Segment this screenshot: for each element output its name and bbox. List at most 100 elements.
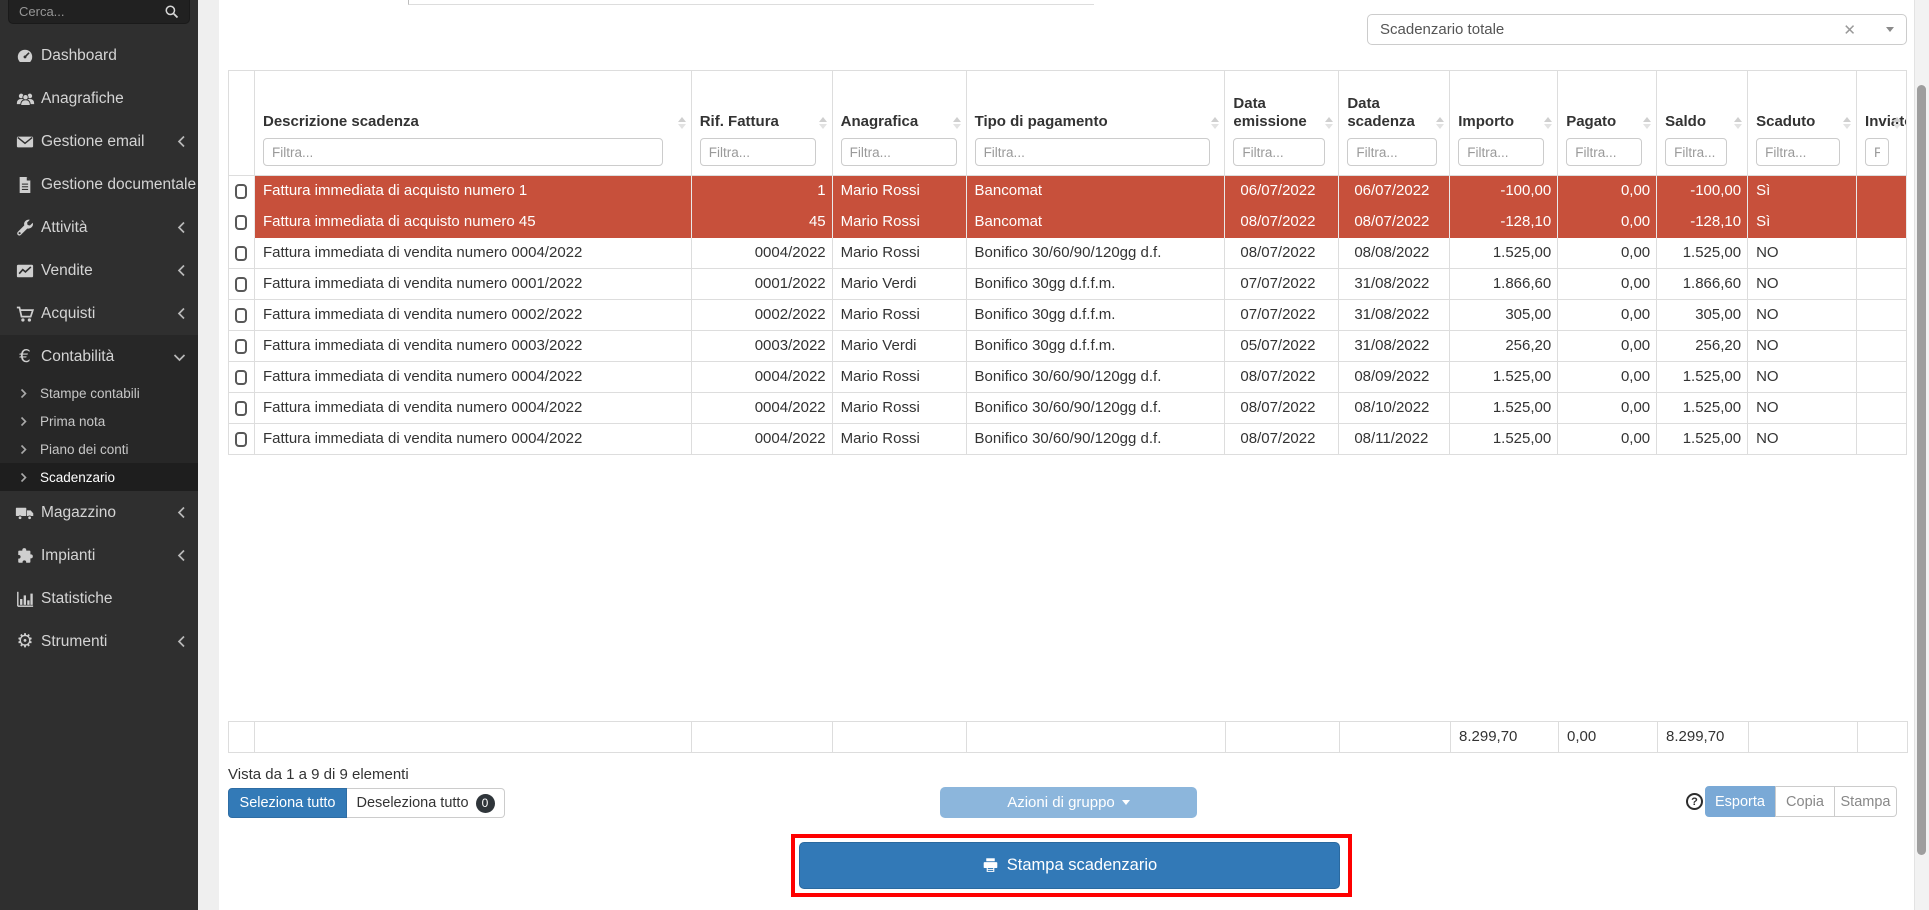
sidebar-item-magazzino[interactable]: Magazzino xyxy=(0,491,198,534)
row-checkbox[interactable] xyxy=(235,215,247,230)
row-checkbox[interactable] xyxy=(235,401,247,416)
sidebar-item-contabilit[interactable]: €Contabilità xyxy=(0,335,198,379)
cell-importo: 256,20 xyxy=(1450,331,1558,362)
column-header-rif-fattura[interactable]: Rif. Fattura xyxy=(692,71,833,175)
footer-total-anagrafica xyxy=(833,722,967,752)
row-checkbox[interactable] xyxy=(235,308,247,323)
sort-icon[interactable] xyxy=(1544,117,1552,129)
table-row[interactable]: Fattura immediata di vendita numero 0002… xyxy=(229,300,1907,331)
sidebar-subitem-stampe-contabili[interactable]: Stampe contabili xyxy=(0,379,198,407)
sort-icon[interactable] xyxy=(1325,117,1333,129)
column-header-data-scadenza[interactable]: Data scadenza xyxy=(1339,71,1450,175)
cell-tipo-di-pagamento: Bonifico 30/60/90/120gg d.f. xyxy=(967,424,1226,455)
table-row[interactable]: Fattura immediata di vendita numero 0004… xyxy=(229,362,1907,393)
cell-inviato xyxy=(1857,362,1907,393)
sidebar-item-gestione-documentale[interactable]: Gestione documentale xyxy=(0,163,198,206)
cell-tipo-di-pagamento: Bonifico 30gg d.f.f.m. xyxy=(967,331,1226,362)
column-header-pagato[interactable]: Pagato xyxy=(1558,71,1657,175)
clipped-toolbar-fragment xyxy=(408,0,1094,5)
select-all-button[interactable]: Seleziona tutto xyxy=(228,788,347,818)
filter-input-importo[interactable] xyxy=(1458,138,1544,166)
sidebar-item-dashboard[interactable]: Dashboard xyxy=(0,34,198,77)
table-row[interactable]: Fattura immediata di acquisto numero 11M… xyxy=(229,176,1907,207)
sort-icon[interactable] xyxy=(1734,117,1742,129)
row-checkbox[interactable] xyxy=(235,339,247,354)
export-button[interactable]: Esporta xyxy=(1705,786,1775,817)
sort-icon[interactable] xyxy=(1643,117,1651,129)
sidebar-subitem-piano-dei-conti[interactable]: Piano dei conti xyxy=(0,435,198,463)
filter-input-data-emissione[interactable] xyxy=(1233,138,1325,166)
row-checkbox[interactable] xyxy=(235,370,247,385)
cell-pagato: 0,00 xyxy=(1558,424,1657,455)
cell-saldo: 1.525,00 xyxy=(1657,393,1748,424)
print-schedule-button[interactable]: Stampa scadenzario xyxy=(799,842,1340,889)
filter-input-saldo[interactable] xyxy=(1665,138,1727,166)
sidebar-item-statistiche[interactable]: Statistiche xyxy=(0,577,198,620)
filter-input-anagrafica[interactable] xyxy=(841,138,957,166)
row-checkbox[interactable] xyxy=(235,277,247,292)
deselect-all-button[interactable]: Deseleziona tutto 0 xyxy=(347,788,505,818)
filter-input-descrizione-scadenza[interactable] xyxy=(263,138,663,166)
sidebar-item-attivit[interactable]: Attività xyxy=(0,206,198,249)
row-checkbox[interactable] xyxy=(235,432,247,447)
footer-total-saldo: 8.299,70 xyxy=(1658,722,1749,752)
filter-input-rif-fattura[interactable] xyxy=(700,138,816,166)
filter-input-data-scadenza[interactable] xyxy=(1347,138,1437,166)
column-header-scaduto[interactable]: Scaduto xyxy=(1748,71,1857,175)
help-icon[interactable]: ? xyxy=(1686,793,1703,810)
sort-icon[interactable] xyxy=(1211,117,1219,129)
table-row[interactable]: Fattura immediata di vendita numero 0004… xyxy=(229,424,1907,455)
cell-data-scadenza: 08/07/2022 xyxy=(1339,207,1450,238)
table-row[interactable]: Fattura immediata di vendita numero 0004… xyxy=(229,393,1907,424)
table-row[interactable]: Fattura immediata di vendita numero 0004… xyxy=(229,238,1907,269)
filter-input-scaduto[interactable] xyxy=(1756,138,1840,166)
report-select[interactable]: Scadenzario totale ✕ xyxy=(1367,14,1907,45)
sort-icon[interactable] xyxy=(1436,117,1444,129)
sort-icon[interactable] xyxy=(1893,117,1901,129)
cell-rif-fattura: 45 xyxy=(692,207,833,238)
chevron-left-icon xyxy=(177,549,186,562)
clear-selection-icon[interactable]: ✕ xyxy=(1843,21,1856,39)
sidebar-subitem-prima-nota[interactable]: Prima nota xyxy=(0,407,198,435)
table-row[interactable]: Fattura immediata di acquisto numero 454… xyxy=(229,207,1907,238)
sidebar-subitem-scadenzario[interactable]: Scadenzario xyxy=(0,463,198,491)
sort-icon[interactable] xyxy=(953,117,961,129)
sidebar-item-strumenti[interactable]: ⚙Strumenti xyxy=(0,620,198,663)
column-header-importo[interactable]: Importo xyxy=(1450,71,1558,175)
column-header-descrizione-scadenza[interactable]: Descrizione scadenza xyxy=(255,71,692,175)
column-header-data-emissione[interactable]: Data emissione xyxy=(1225,71,1339,175)
cell-inviato xyxy=(1857,300,1907,331)
row-checkbox[interactable] xyxy=(235,184,247,199)
column-title: Saldo xyxy=(1665,113,1739,131)
column-header-inviato[interactable]: Inviato xyxy=(1857,71,1907,175)
sidebar-item-impianti[interactable]: Impianti xyxy=(0,534,198,577)
table-row[interactable]: Fattura immediata di vendita numero 0003… xyxy=(229,331,1907,362)
filter-input-tipo-di-pagamento[interactable] xyxy=(975,138,1210,166)
sort-icon[interactable] xyxy=(1843,117,1851,129)
chevron-right-icon xyxy=(20,444,27,455)
column-header-tipo-di-pagamento[interactable]: Tipo di pagamento xyxy=(967,71,1226,175)
sidebar-item-gestione-email[interactable]: Gestione email xyxy=(0,120,198,163)
sidebar-item-vendite[interactable]: Vendite xyxy=(0,249,198,292)
table-row[interactable]: Fattura immediata di vendita numero 0001… xyxy=(229,269,1907,300)
filter-input-inviato[interactable] xyxy=(1865,138,1889,166)
column-header-anagrafica[interactable]: Anagrafica xyxy=(833,71,967,175)
sort-icon[interactable] xyxy=(819,117,827,129)
sidebar-search-input[interactable]: Cerca... xyxy=(8,0,190,24)
group-actions-button[interactable]: Azioni di gruppo xyxy=(940,787,1197,818)
copy-button[interactable]: Copia xyxy=(1775,786,1835,817)
cell-scaduto: Sì xyxy=(1748,207,1857,238)
cell-descrizione-scadenza: Fattura immediata di vendita numero 0001… xyxy=(255,269,692,300)
chevron-down-icon[interactable] xyxy=(1886,27,1894,32)
print-button[interactable]: Stampa xyxy=(1835,786,1897,817)
scrollbar-thumb[interactable] xyxy=(1917,85,1926,855)
sidebar-subitem-label: Piano dei conti xyxy=(40,442,129,457)
sidebar-item-acquisti[interactable]: Acquisti xyxy=(0,292,198,335)
filter-input-pagato[interactable] xyxy=(1566,138,1642,166)
search-icon[interactable] xyxy=(164,4,179,19)
sidebar-item-label: Gestione email xyxy=(41,133,177,151)
sort-icon[interactable] xyxy=(678,117,686,129)
row-checkbox[interactable] xyxy=(235,246,247,261)
column-header-saldo[interactable]: Saldo xyxy=(1657,71,1748,175)
sidebar-item-anagrafiche[interactable]: Anagrafiche xyxy=(0,77,198,120)
